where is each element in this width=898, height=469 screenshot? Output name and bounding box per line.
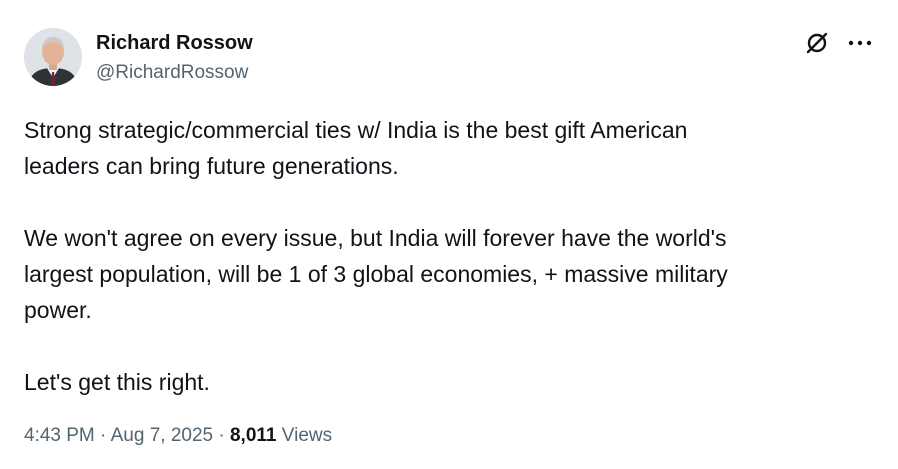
avatar[interactable] <box>24 28 82 86</box>
tweet-paragraph-3: Let's get this right. <box>24 369 210 395</box>
meta-separator: · <box>218 425 225 446</box>
tweet-card: Richard Rossow @RichardRossow Strong str… <box>0 0 898 469</box>
tweet-paragraph-1: Strong strategic/commercial ties w/ Indi… <box>24 117 688 179</box>
views-label: Views <box>281 425 333 446</box>
tweet-text: Strong strategic/commercial ties w/ Indi… <box>24 112 874 400</box>
tweet-meta: 4:43 PM · Aug 7, 2025 · 8,011 Views <box>24 425 332 447</box>
tweet-time[interactable]: 4:43 PM <box>24 425 95 446</box>
author-name[interactable]: Richard Rossow <box>96 32 253 55</box>
meta-separator: · <box>100 425 107 446</box>
tweet-paragraph-2: We won't agree on every issue, but India… <box>24 225 728 323</box>
tweet-date[interactable]: Aug 7, 2025 <box>111 425 213 446</box>
author-handle[interactable]: @RichardRossow <box>96 62 248 84</box>
more-icon[interactable] <box>846 34 874 52</box>
grok-icon[interactable] <box>804 30 830 56</box>
views-count: 8,011 <box>229 425 277 446</box>
